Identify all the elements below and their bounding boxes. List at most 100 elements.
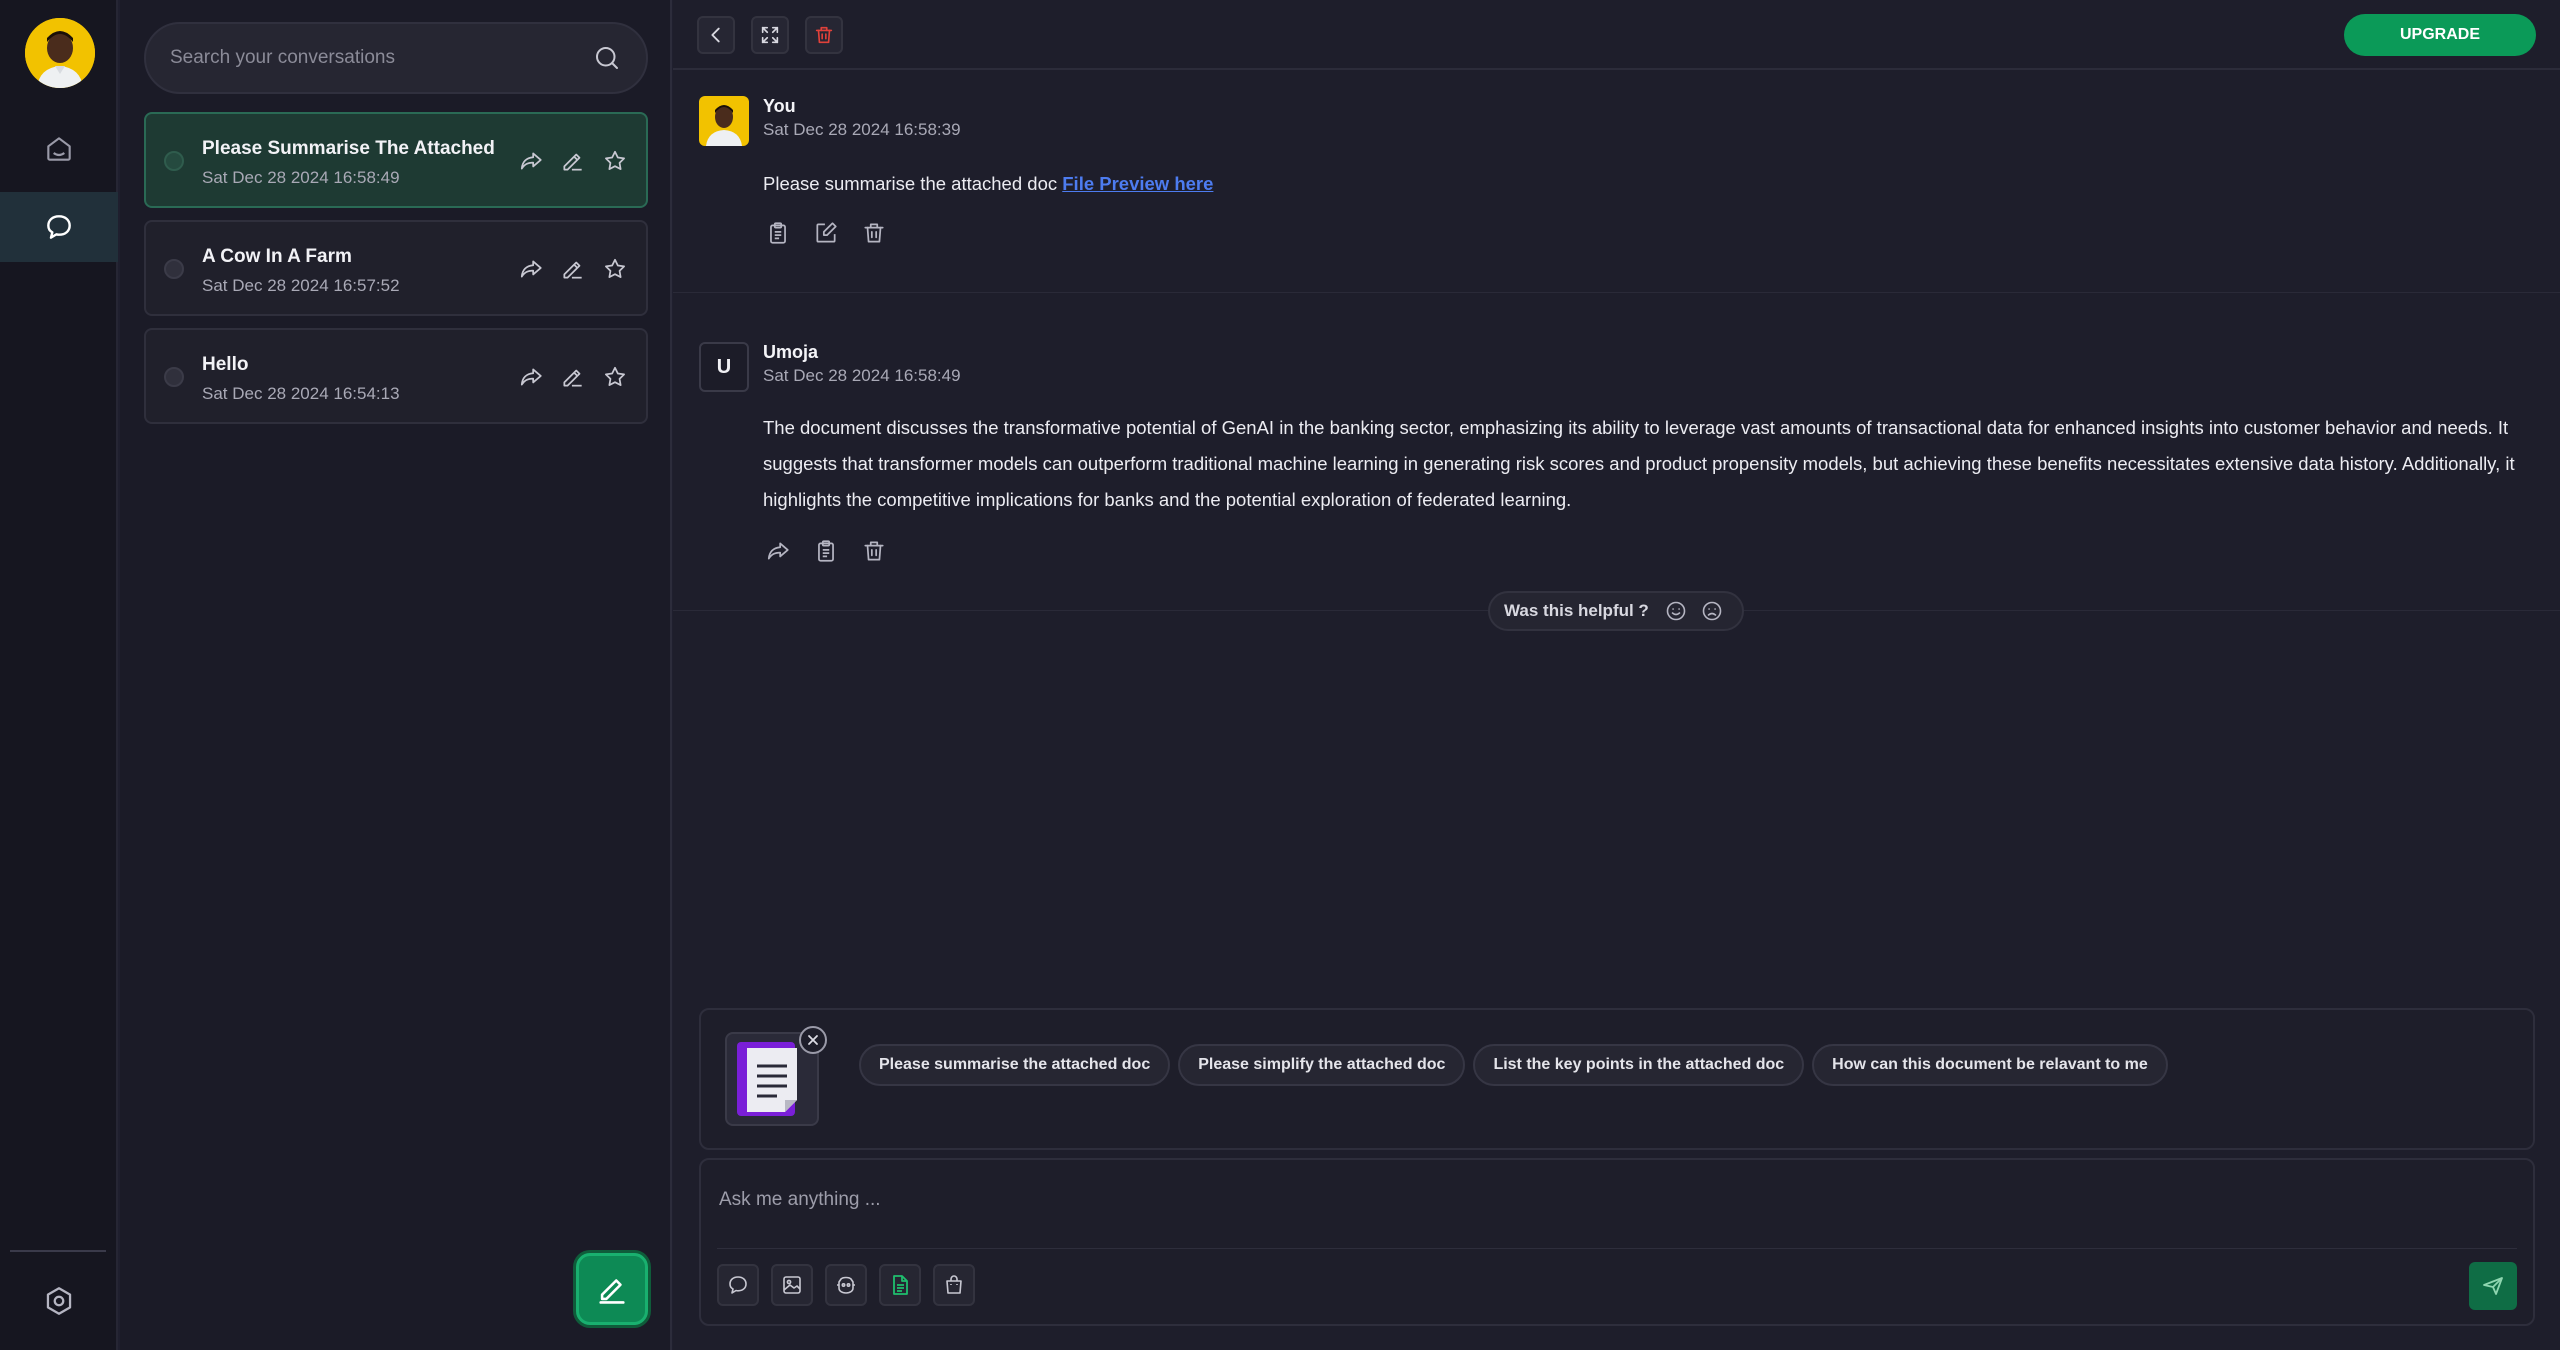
back-button[interactable] <box>697 16 735 54</box>
conversation-panel: Please Summarise The Attached Sat Dec 28… <box>120 0 672 1350</box>
star-icon <box>605 258 625 278</box>
delete-message-button[interactable] <box>859 536 889 566</box>
trash-icon <box>815 26 833 44</box>
settings-hex-icon <box>46 1287 72 1315</box>
share-icon <box>520 260 542 278</box>
rename-button[interactable] <box>558 362 588 392</box>
chevron-left-icon <box>711 27 720 43</box>
bag-icon <box>946 1275 962 1294</box>
conversation-date: Sat Dec 28 2024 16:58:49 <box>202 168 400 187</box>
conversation-date: Sat Dec 28 2024 16:54:13 <box>202 384 400 403</box>
send-button[interactable] <box>2469 1262 2517 1310</box>
assistant-avatar: U <box>699 342 749 392</box>
message-author: Umoja <box>763 342 819 362</box>
conversation-item[interactable]: A Cow In A Farm Sat Dec 28 2024 16:57:52 <box>144 220 648 316</box>
favorite-button[interactable] <box>600 362 630 392</box>
message-body: The document discusses the transformativ… <box>763 417 2515 510</box>
share-icon <box>520 368 542 386</box>
rename-button[interactable] <box>558 146 588 176</box>
message-text: Please summarise the attached doc <box>763 173 1063 194</box>
compose-icon <box>599 1279 625 1304</box>
conversation-select-radio[interactable] <box>164 367 184 387</box>
avatar <box>699 96 749 146</box>
edit-icon <box>816 222 837 243</box>
new-chat-button[interactable] <box>576 1253 648 1325</box>
upgrade-button[interactable]: UPGRADE <box>2344 14 2536 56</box>
file-preview-link[interactable]: File Preview here <box>1062 173 1213 194</box>
star-icon <box>605 366 625 386</box>
suggestion-chip[interactable]: How can this document be relavant to me <box>1812 1044 2168 1086</box>
trash-icon <box>864 223 884 243</box>
chat-toolbar: UPGRADE <box>673 0 2560 70</box>
favorite-button[interactable] <box>600 254 630 284</box>
conversation-item[interactable]: Hello Sat Dec 28 2024 16:54:13 <box>144 328 648 424</box>
nav-chats[interactable] <box>0 192 118 262</box>
assistant-mode-button[interactable] <box>825 1264 867 1306</box>
remove-file-button[interactable] <box>799 1026 827 1054</box>
thumbs-down-button[interactable] <box>1699 598 1725 624</box>
share-icon <box>767 542 789 560</box>
expand-icon <box>761 26 779 44</box>
shopping-mode-button[interactable] <box>933 1264 975 1306</box>
suggestion-chip[interactable]: Please summarise the attached doc <box>859 1044 1171 1086</box>
share-button[interactable] <box>516 254 546 284</box>
search-input[interactable] <box>170 47 592 69</box>
message-body: Please summarise the attached doc File P… <box>763 166 2223 202</box>
message-input[interactable] <box>719 1180 2499 1220</box>
image-icon <box>783 1276 801 1294</box>
home-icon <box>47 137 71 161</box>
chat-mode-button[interactable] <box>717 1264 759 1306</box>
rename-button[interactable] <box>558 254 588 284</box>
nav-home[interactable] <box>0 114 118 184</box>
conversation-search[interactable] <box>144 22 648 94</box>
edit-message-button[interactable] <box>811 218 841 248</box>
close-icon <box>808 1035 818 1045</box>
favorite-button[interactable] <box>600 146 630 176</box>
share-button[interactable] <box>763 536 793 566</box>
left-rail <box>0 0 118 1350</box>
rail-divider <box>10 1250 106 1252</box>
pencil-icon <box>563 369 582 387</box>
conversation-title: Please Summarise The Attached <box>202 138 495 159</box>
clipboard-icon <box>818 540 834 562</box>
nav-settings[interactable] <box>0 1266 118 1336</box>
thumbs-up-button[interactable] <box>1663 598 1689 624</box>
user-avatar[interactable] <box>25 18 95 88</box>
suggestion-chip[interactable]: Please simplify the attached doc <box>1178 1044 1466 1086</box>
fullscreen-button[interactable] <box>751 16 789 54</box>
smile-icon <box>1666 601 1686 621</box>
delete-message-button[interactable] <box>859 218 889 248</box>
message-time: Sat Dec 28 2024 16:58:39 <box>763 120 961 139</box>
delete-chat-button[interactable] <box>805 16 843 54</box>
image-mode-button[interactable] <box>771 1264 813 1306</box>
conversation-item[interactable]: Please Summarise The Attached Sat Dec 28… <box>144 112 648 208</box>
suggestion-chips: Please summarise the attached doc Please… <box>859 1044 2168 1086</box>
pencil-icon <box>563 261 582 279</box>
send-icon <box>2483 1277 2503 1295</box>
conversation-select-radio[interactable] <box>164 259 184 279</box>
message-separator <box>673 292 2560 293</box>
bot-icon <box>837 1276 855 1294</box>
share-button[interactable] <box>516 146 546 176</box>
star-icon <box>605 150 625 170</box>
message-composer <box>699 1158 2535 1326</box>
document-mode-button[interactable] <box>879 1264 921 1306</box>
conversation-title: Hello <box>202 354 249 375</box>
copy-button[interactable] <box>811 536 841 566</box>
chat-icon <box>729 1276 747 1294</box>
search-icon[interactable] <box>592 43 622 73</box>
assistant-message: U Umoja Sat Dec 28 2024 16:58:49 The doc… <box>673 342 2560 582</box>
share-button[interactable] <box>516 362 546 392</box>
suggestion-chip[interactable]: List the key points in the attached doc <box>1473 1044 1805 1086</box>
message-time: Sat Dec 28 2024 16:58:49 <box>763 366 961 385</box>
conversation-date: Sat Dec 28 2024 16:57:52 <box>202 276 400 295</box>
suggestion-panel: Please summarise the attached doc Please… <box>699 1008 2535 1150</box>
document-icon <box>893 1275 908 1295</box>
feedback-pill: Was this helpful ? <box>1488 591 1744 631</box>
conversation-select-radio[interactable] <box>164 151 184 171</box>
copy-button[interactable] <box>763 218 793 248</box>
chat-bubble-icon <box>47 215 71 239</box>
frown-icon <box>1702 601 1722 621</box>
chat-main: UPGRADE You Sat Dec 28 2024 16:58:39 Ple… <box>673 0 2560 1350</box>
user-message: You Sat Dec 28 2024 16:58:39 Please summ… <box>673 96 2560 256</box>
